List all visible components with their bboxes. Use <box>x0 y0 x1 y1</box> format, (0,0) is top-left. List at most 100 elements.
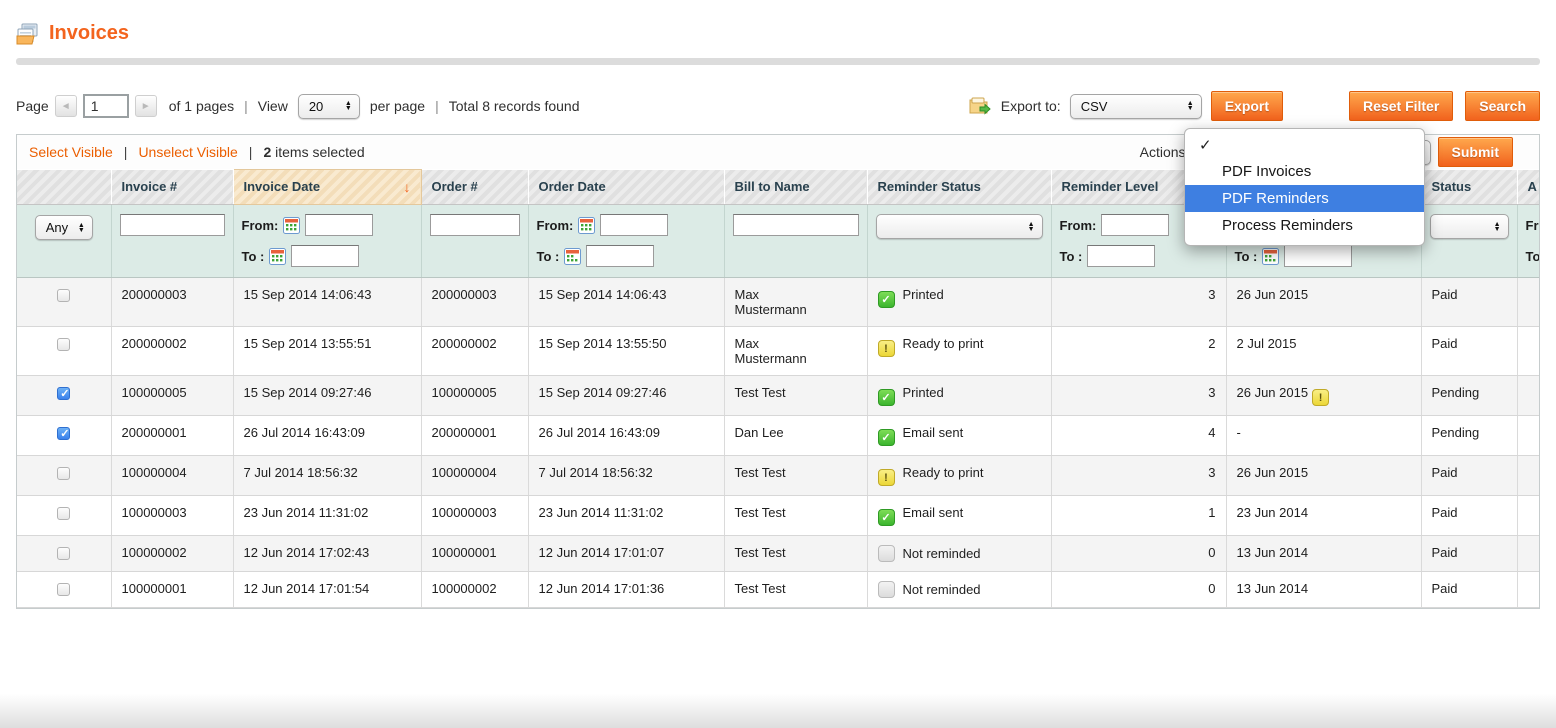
table-row[interactable]: 200000002 15 Sep 2014 13:55:51 200000002… <box>17 327 1539 376</box>
row-checkbox[interactable] <box>57 289 70 302</box>
filter-reminder-level-from-input[interactable] <box>1101 214 1169 236</box>
col-bill-to-name[interactable]: Bill to Name <box>724 170 867 205</box>
calendar-icon[interactable] <box>578 217 595 234</box>
previous-page-button[interactable]: ◄ <box>55 95 77 117</box>
calendar-icon[interactable] <box>283 217 300 234</box>
cell-bill-to-name: Dan Lee <box>735 425 825 440</box>
row-checkbox[interactable] <box>57 387 70 400</box>
cell-invoice-date: 12 Jun 2014 17:02:43 <box>233 536 421 572</box>
cell-status: Pending <box>1421 416 1517 456</box>
cell-amount <box>1517 496 1539 536</box>
table-row[interactable]: 200000001 26 Jul 2014 16:43:09 200000001… <box>17 416 1539 456</box>
cell-invoice-number: 200000003 <box>111 278 233 327</box>
export-button[interactable]: Export <box>1211 91 1283 121</box>
row-checkbox[interactable] <box>57 338 70 351</box>
to-label: To : <box>1235 249 1258 264</box>
reset-filter-button[interactable]: Reset Filter <box>1349 91 1453 121</box>
filter-invoice-date-to-input[interactable] <box>291 245 359 267</box>
separator: | <box>124 144 128 160</box>
col-amount[interactable]: A <box>1517 170 1539 205</box>
dropdown-option-pdf-reminders[interactable]: PDF Reminders <box>1185 185 1424 212</box>
cell-invoice-number: 100000001 <box>111 572 233 608</box>
cell-order-number: 100000003 <box>421 496 528 536</box>
filter-order-date-from-input[interactable] <box>600 214 668 236</box>
cell-reminder-level: 3 <box>1051 278 1226 327</box>
separator: | <box>244 98 248 114</box>
filter-status-select[interactable] <box>1430 214 1509 239</box>
calendar-icon[interactable] <box>564 248 581 265</box>
dropdown-option-pdf-invoices[interactable]: PDF Invoices <box>1185 158 1424 185</box>
calendar-icon[interactable] <box>269 248 286 265</box>
row-checkbox[interactable] <box>57 467 70 480</box>
filter-bill-to-name-input[interactable] <box>733 214 859 236</box>
total-records-label: Total 8 records found <box>449 98 580 114</box>
cell-status: Paid <box>1421 496 1517 536</box>
filter-invoice-date-from-input[interactable] <box>305 214 373 236</box>
cell-order-number: 100000002 <box>421 572 528 608</box>
actions-label: Actions <box>1140 144 1186 160</box>
filter-reminder-level-to-input[interactable] <box>1087 245 1155 267</box>
row-checkbox[interactable] <box>57 507 70 520</box>
submit-button[interactable]: Submit <box>1438 137 1513 167</box>
page-number-input[interactable] <box>83 94 129 118</box>
cell-amount <box>1517 572 1539 608</box>
table-row[interactable]: 200000003 15 Sep 2014 14:06:43 200000003… <box>17 278 1539 327</box>
from-label: From: <box>537 218 574 233</box>
row-checkbox[interactable] <box>57 583 70 596</box>
filter-next-reminder-to-input[interactable] <box>1284 245 1352 267</box>
col-order-date[interactable]: Order Date <box>528 170 724 205</box>
filter-invoice-number-input[interactable] <box>120 214 225 236</box>
table-row[interactable]: 100000001 12 Jun 2014 17:01:54 100000002… <box>17 572 1539 608</box>
unselect-visible-link[interactable]: Unselect Visible <box>138 144 237 160</box>
page-title-row: Invoices <box>16 22 1540 45</box>
cell-reminder-status: Email sent <box>903 425 964 440</box>
col-reminder-status[interactable]: Reminder Status <box>867 170 1051 205</box>
search-button[interactable]: Search <box>1465 91 1540 121</box>
table-row[interactable]: 100000002 12 Jun 2014 17:02:43 100000001… <box>17 536 1539 572</box>
next-page-button[interactable]: ► <box>135 95 157 117</box>
cell-reminder-level: 0 <box>1051 536 1226 572</box>
per-page-select[interactable]: 20 <box>298 94 360 119</box>
footer-strip <box>0 694 1556 728</box>
select-stepper-icon <box>78 223 85 233</box>
page-label: Page <box>16 98 49 114</box>
dropdown-empty-option[interactable]: ✓ <box>1185 133 1424 158</box>
col-checkbox[interactable] <box>17 170 111 205</box>
row-checkbox[interactable] <box>57 547 70 560</box>
select-visible-link[interactable]: Select Visible <box>29 144 113 160</box>
table-row[interactable]: 100000003 23 Jun 2014 11:31:02 100000003… <box>17 496 1539 536</box>
col-invoice-number[interactable]: Invoice # <box>111 170 233 205</box>
calendar-icon[interactable] <box>1262 248 1279 265</box>
table-row[interactable]: 100000004 7 Jul 2014 18:56:32 100000004 … <box>17 456 1539 496</box>
cell-invoice-date: 15 Sep 2014 09:27:46 <box>233 376 421 416</box>
cell-reminder-status: Not reminded <box>903 582 981 597</box>
cell-bill-to-name: Max Mustermann <box>735 287 825 317</box>
table-row[interactable]: 100000005 15 Sep 2014 09:27:46 100000005… <box>17 376 1539 416</box>
reminder-status-icon: ✓ <box>878 389 895 406</box>
cell-bill-to-name: Test Test <box>735 581 825 596</box>
filter-order-date-to-input[interactable] <box>586 245 654 267</box>
filter-any-select[interactable]: Any <box>35 215 93 240</box>
filter-reminder-status-select[interactable] <box>876 214 1043 239</box>
col-invoice-date[interactable]: Invoice Date ↓ <box>233 170 421 205</box>
cell-reminder-level: 4 <box>1051 416 1226 456</box>
cell-status: Paid <box>1421 536 1517 572</box>
col-status[interactable]: Status <box>1421 170 1517 205</box>
invoice-rows: 200000003 15 Sep 2014 14:06:43 200000003… <box>17 278 1539 608</box>
reminder-status-icon <box>878 545 895 562</box>
to-label: To : <box>1526 249 1540 264</box>
filter-order-number-input[interactable] <box>430 214 520 236</box>
col-order-number[interactable]: Order # <box>421 170 528 205</box>
row-checkbox[interactable] <box>57 427 70 440</box>
cell-order-date: 15 Sep 2014 14:06:43 <box>528 278 724 327</box>
title-divider <box>16 58 1540 65</box>
export-to-label: Export to: <box>1001 98 1061 114</box>
from-label: From: <box>1526 218 1540 233</box>
dropdown-option-process-reminders[interactable]: Process Reminders <box>1185 212 1424 239</box>
cell-amount <box>1517 456 1539 496</box>
cell-reminder-level: 2 <box>1051 327 1226 376</box>
cell-amount <box>1517 416 1539 456</box>
export-format-select[interactable]: CSV <box>1070 94 1202 119</box>
view-label: View <box>258 98 288 114</box>
cell-order-date: 15 Sep 2014 09:27:46 <box>528 376 724 416</box>
